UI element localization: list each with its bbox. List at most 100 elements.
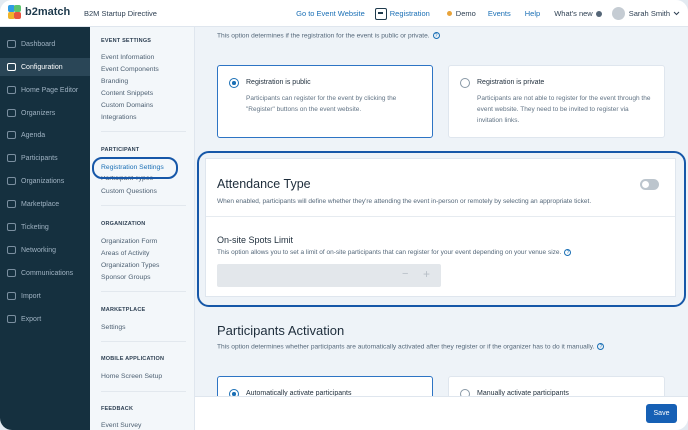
submenu-divider xyxy=(101,291,186,292)
marketplace-icon xyxy=(7,200,16,208)
organizers-icon xyxy=(7,109,16,117)
submenu-item-areas-of-activity[interactable]: Areas of Activity xyxy=(101,250,149,257)
submenu-heading-organization: ORGANIZATION xyxy=(101,221,146,227)
submenu-divider xyxy=(101,205,186,206)
sidebar-item-export[interactable]: Export xyxy=(0,310,90,328)
submenu-item-content-snippets[interactable]: Content Snippets xyxy=(101,90,153,97)
sidebar-item-label: Export xyxy=(21,315,42,323)
participants-activation-description-text: This option determines whether participa… xyxy=(217,343,595,351)
registration-private-radio[interactable] xyxy=(460,78,470,88)
ticket-icon xyxy=(7,223,16,231)
submenu-item-marketplace-settings[interactable]: Settings xyxy=(101,324,126,331)
sidebar-item-label: Ticketing xyxy=(21,223,49,231)
whats-new-link[interactable]: What's new xyxy=(554,9,602,18)
brand-logo[interactable]: b2match xyxy=(8,5,70,19)
demo-badge[interactable]: Demo xyxy=(446,9,476,18)
sidebar-item-label: Agenda xyxy=(21,131,46,139)
export-icon xyxy=(7,315,16,323)
onsite-spots-limit-description: This option allows you to set a limit of… xyxy=(217,249,572,257)
sidebar-item-participants[interactable]: Participants xyxy=(0,149,90,167)
sidebar-item-label: Networking xyxy=(21,246,57,254)
submenu-divider xyxy=(101,391,186,392)
info-icon[interactable]: ? xyxy=(564,249,572,256)
app-window: b2match B2M Startup Directive Go to Even… xyxy=(0,0,688,430)
registration-private-description: Participants are not able to register fo… xyxy=(477,95,651,124)
networking-icon xyxy=(7,246,16,254)
sidebar-item-networking[interactable]: Networking xyxy=(0,241,90,259)
sidebar-item-communications[interactable]: Communications xyxy=(0,264,90,282)
sidebar-item-marketplace[interactable]: Marketplace xyxy=(0,195,90,213)
submenu-item-custom-domains[interactable]: Custom Domains xyxy=(101,102,153,109)
registration-icon xyxy=(374,7,387,20)
gear-icon xyxy=(7,63,16,71)
sidebar-item-ticketing[interactable]: Ticketing xyxy=(0,218,90,236)
submenu-item-event-information[interactable]: Event Information xyxy=(101,54,154,61)
registration-private-option[interactable]: Registration is private Participants are… xyxy=(448,65,665,138)
participants-activation-title: Participants Activation xyxy=(217,323,345,338)
decrement-button[interactable]: − xyxy=(402,268,408,280)
configuration-submenu: EVENT SETTINGS Event Information Event C… xyxy=(90,27,195,430)
attendance-type-card: Attendance Type When enabled, participan… xyxy=(205,158,676,297)
chevron-down-icon xyxy=(673,11,680,16)
main-sidebar: Dashboard Configuration Home Page Editor… xyxy=(0,27,90,430)
sidebar-item-label: Communications xyxy=(21,269,74,277)
sidebar-item-dashboard[interactable]: Dashboard xyxy=(0,35,90,53)
help-link[interactable]: Help xyxy=(525,9,540,18)
increment-button[interactable]: + xyxy=(423,267,430,281)
registration-label: Registration xyxy=(389,9,430,18)
user-menu[interactable]: Sarah Smith xyxy=(611,7,680,20)
registration-type-description: This option determines if the registrati… xyxy=(217,32,440,39)
sidebar-item-configuration[interactable]: Configuration xyxy=(0,58,90,76)
main-content: This option determines if the registrati… xyxy=(195,27,688,430)
sidebar-item-label: Dashboard xyxy=(21,40,56,48)
registration-public-description: Participants can register for the event … xyxy=(246,95,397,113)
demo-label: Demo xyxy=(455,9,476,18)
info-icon[interactable]: ? xyxy=(597,343,605,350)
registration-public-option[interactable]: Registration is public Participants can … xyxy=(217,65,433,138)
sidebar-item-label: Home Page Editor xyxy=(21,86,79,94)
registration-private-title: Registration is private xyxy=(477,79,545,86)
info-icon[interactable]: ? xyxy=(432,32,440,39)
sidebar-item-agenda[interactable]: Agenda xyxy=(0,126,90,144)
submenu-item-home-screen-setup[interactable]: Home Screen Setup xyxy=(101,373,162,380)
top-bar: b2match B2M Startup Directive Go to Even… xyxy=(0,0,688,27)
sidebar-item-label: Participants xyxy=(21,154,58,162)
registration-type-description-text: This option determines if the registrati… xyxy=(217,32,430,40)
communications-icon xyxy=(7,269,16,277)
registration-public-radio[interactable] xyxy=(229,78,239,88)
attendance-type-toggle[interactable] xyxy=(640,179,659,190)
sidebar-item-label: Marketplace xyxy=(21,200,60,208)
submenu-item-custom-questions[interactable]: Custom Questions xyxy=(101,188,157,195)
whats-new-label: What's new xyxy=(554,9,593,18)
submenu-item-event-components[interactable]: Event Components xyxy=(101,66,159,73)
sidebar-item-label: Organizers xyxy=(21,109,56,117)
sidebar-item-organizations[interactable]: Organizations xyxy=(0,172,90,190)
registration-settings-highlight xyxy=(92,157,178,179)
events-link[interactable]: Events xyxy=(488,9,511,18)
brand-name: b2match xyxy=(25,6,71,18)
sidebar-item-label: Import xyxy=(21,292,41,300)
onsite-spots-limit-stepper[interactable]: − + xyxy=(217,264,441,287)
submenu-item-organization-form[interactable]: Organization Form xyxy=(101,238,157,245)
onsite-spots-limit-title: On-site Spots Limit xyxy=(217,235,294,245)
submenu-divider xyxy=(101,131,186,132)
submenu-item-event-survey[interactable]: Event Survey xyxy=(101,422,141,429)
onsite-spots-limit-description-text: This option allows you to set a limit of… xyxy=(217,249,562,257)
sidebar-item-home-page-editor[interactable]: Home Page Editor xyxy=(0,81,90,99)
submenu-heading-feedback: FEEDBACK xyxy=(101,406,134,412)
submenu-divider xyxy=(101,341,186,342)
sidebar-item-organizers[interactable]: Organizers xyxy=(0,104,90,122)
registration-link[interactable]: Registration xyxy=(374,7,430,20)
submenu-item-sponsor-groups[interactable]: Sponsor Groups xyxy=(101,274,151,281)
submenu-item-organization-types[interactable]: Organization Types xyxy=(101,262,159,269)
sidebar-item-import[interactable]: Import xyxy=(0,287,90,305)
save-button[interactable]: Save xyxy=(646,404,677,423)
import-icon xyxy=(7,292,16,300)
footer-bar: Save xyxy=(195,396,688,430)
submenu-item-integrations[interactable]: Integrations xyxy=(101,114,137,121)
submenu-item-branding[interactable]: Branding xyxy=(101,78,128,85)
whats-new-indicator-icon xyxy=(595,10,602,17)
go-to-event-website-link[interactable]: Go to Event Website xyxy=(296,9,365,18)
home-page-editor-icon xyxy=(7,86,16,94)
sidebar-item-label: Organizations xyxy=(21,177,65,185)
